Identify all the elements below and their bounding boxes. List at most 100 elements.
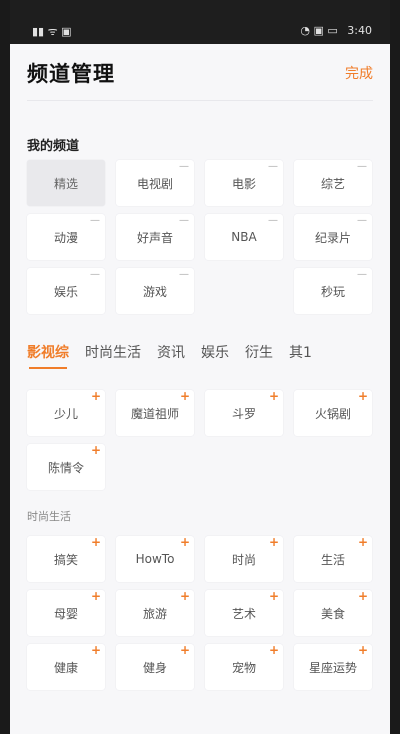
plus-icon[interactable]: + — [358, 590, 368, 602]
plus-icon[interactable]: + — [180, 644, 190, 656]
phone-frame: ▮▮ ᯤ ▣ ◔ ▣ ▭ 3:40 频道管理 完成 我的频道 精选 电视剧 — 电影 —… — [0, 0, 400, 734]
plus-icon[interactable]: + — [269, 536, 279, 548]
channel-label: 搞笑 — [53, 552, 78, 567]
minus-icon[interactable]: — — [357, 216, 367, 226]
clock-time: 3:40 — [347, 24, 372, 37]
channel-chip[interactable]: 精选 — [27, 160, 105, 206]
channel-label: 秒玩 — [320, 284, 345, 299]
channel-label: 旅游 — [142, 606, 167, 621]
channel-chip[interactable]: 母婴 + — [27, 590, 105, 636]
channel-chip[interactable]: 星座运势 + — [294, 644, 372, 690]
channel-chip[interactable]: 火锅剧 + — [294, 390, 372, 436]
channel-chip[interactable]: 魔道祖师 + — [116, 390, 194, 436]
plus-icon[interactable]: + — [91, 390, 101, 402]
fashion-life-title: 时尚生活 — [27, 510, 71, 523]
plus-icon[interactable]: + — [91, 644, 101, 656]
category-tab[interactable]: 娱乐 — [201, 342, 229, 362]
channel-chip[interactable]: 搞笑 + — [27, 536, 105, 582]
channel-chip[interactable]: 时尚 + — [205, 536, 283, 582]
channel-chip[interactable]: NBA — — [205, 214, 283, 260]
status-bar: ▮▮ ᯤ ▣ ◔ ▣ ▭ 3:40 — [10, 0, 390, 44]
minus-icon[interactable]: — — [90, 270, 100, 280]
channel-chip[interactable]: 健身 + — [116, 644, 194, 690]
channel-chip[interactable]: 动漫 — — [27, 214, 105, 260]
plus-icon[interactable]: + — [180, 536, 190, 548]
category-tab[interactable]: 衍生 — [245, 342, 273, 362]
category-tab[interactable]: 影视综 — [27, 342, 69, 369]
channel-chip[interactable]: 宠物 + — [205, 644, 283, 690]
minus-icon[interactable]: — — [179, 270, 189, 280]
plus-icon[interactable]: + — [358, 536, 368, 548]
category-tab[interactable]: 其1 — [289, 342, 312, 362]
channel-label: 好声音 — [136, 230, 173, 245]
channel-chip[interactable]: 美食 + — [294, 590, 372, 636]
channel-label: 火锅剧 — [314, 406, 351, 421]
channel-label: 母婴 — [53, 606, 78, 621]
minus-icon[interactable]: — — [357, 162, 367, 172]
status-right: ◔ ▣ ▭ 3:40 — [300, 24, 372, 37]
status-icons: ◔ ▣ ▭ — [300, 24, 338, 37]
category-tab[interactable]: 资讯 — [157, 342, 185, 362]
channel-label: 美食 — [320, 606, 345, 621]
plus-icon[interactable]: + — [180, 390, 190, 402]
channel-label: 纪录片 — [314, 230, 351, 245]
minus-icon[interactable]: — — [90, 216, 100, 226]
channel-chip[interactable]: 纪录片 — — [294, 214, 372, 260]
plus-icon[interactable]: + — [269, 390, 279, 402]
minus-icon[interactable]: — — [268, 162, 278, 172]
plus-icon[interactable]: + — [91, 444, 101, 456]
channel-label: 电视剧 — [136, 176, 173, 191]
channel-label: HowTo — [135, 552, 175, 566]
plus-icon[interactable]: + — [180, 590, 190, 602]
page-title: 频道管理 — [27, 62, 115, 86]
channel-chip[interactable]: 娱乐 — — [27, 268, 105, 314]
channel-chip — [205, 268, 283, 314]
minus-icon[interactable]: — — [268, 216, 278, 226]
plus-icon[interactable]: + — [269, 590, 279, 602]
channel-label: 斗罗 — [231, 406, 256, 421]
channel-label: 健身 — [142, 660, 167, 675]
channel-chip[interactable]: 游戏 — — [116, 268, 194, 314]
minus-icon[interactable]: — — [179, 162, 189, 172]
channel-label: 艺术 — [231, 606, 256, 621]
minus-icon[interactable]: — — [179, 216, 189, 226]
plus-icon[interactable]: + — [269, 644, 279, 656]
channel-chip[interactable]: 生活 + — [294, 536, 372, 582]
my-channels-title: 我的频道 — [27, 139, 80, 154]
channel-label: 宠物 — [231, 660, 256, 675]
category-tab[interactable]: 时尚生活 — [85, 342, 141, 362]
channel-chip[interactable]: 秒玩 — — [294, 268, 372, 314]
channel-label: 综艺 — [320, 176, 345, 191]
plus-icon[interactable]: + — [358, 644, 368, 656]
channel-label: 生活 — [320, 552, 345, 567]
fashion-life-grid: 搞笑 + HowTo + 时尚 + 生活 + 母婴 + 旅游 + 艺术 + 美食 + 健康 + 健身 + 宠物 + 星座运势… — [27, 536, 374, 690]
channel-chip[interactable]: 好声音 — — [116, 214, 194, 260]
header: 频道管理 完成 — [10, 44, 390, 102]
channel-label: 时尚 — [231, 552, 256, 567]
ysz-channels-grid: 少儿 + 魔道祖师 + 斗罗 + 火锅剧 + 陈情令 + — [27, 390, 374, 490]
signal-icons: ▮▮ ᯤ ▣ — [32, 25, 72, 38]
channel-chip[interactable]: 健康 + — [27, 644, 105, 690]
channel-label: 电影 — [231, 176, 256, 191]
channel-chip[interactable]: 斗罗 + — [205, 390, 283, 436]
channel-label: 健康 — [53, 660, 78, 675]
channel-chip[interactable]: 电影 — — [205, 160, 283, 206]
plus-icon[interactable]: + — [91, 536, 101, 548]
channel-label: 星座运势 — [308, 660, 357, 675]
plus-icon[interactable]: + — [91, 590, 101, 602]
channel-chip[interactable]: 陈情令 + — [27, 444, 105, 490]
plus-icon[interactable]: + — [358, 390, 368, 402]
channel-chip[interactable]: 旅游 + — [116, 590, 194, 636]
channel-label: 魔道祖师 — [130, 406, 179, 421]
channel-label: 游戏 — [142, 284, 167, 299]
channel-chip[interactable]: 电视剧 — — [116, 160, 194, 206]
channel-chip[interactable]: 艺术 + — [205, 590, 283, 636]
category-tabs: 影视综 时尚生活 资讯 娱乐 衍生 其1 — [27, 342, 390, 372]
channel-chip[interactable]: HowTo + — [116, 536, 194, 582]
done-button[interactable]: 完成 — [345, 63, 373, 83]
channel-chip[interactable]: 少儿 + — [27, 390, 105, 436]
channel-chip[interactable]: 综艺 — — [294, 160, 372, 206]
channel-label: 少儿 — [53, 406, 78, 421]
minus-icon[interactable]: — — [357, 270, 367, 280]
bottom-fade — [10, 720, 390, 734]
